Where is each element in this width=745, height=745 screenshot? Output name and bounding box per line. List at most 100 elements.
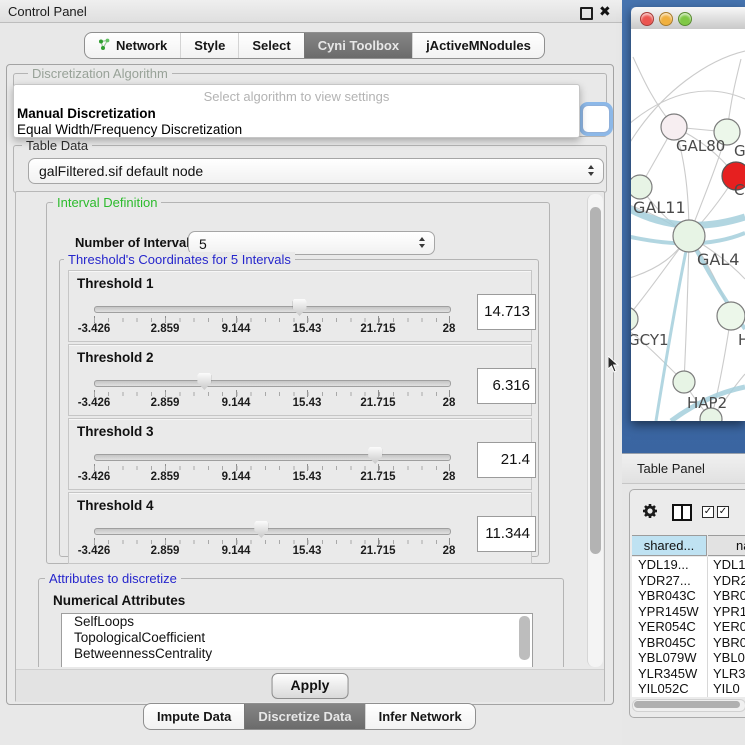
- tick-label: 28: [443, 545, 456, 557]
- column-divider: [707, 573, 708, 589]
- table-row[interactable]: YBL079WYBL0: [632, 650, 745, 666]
- threshold-panel: Threshold 2-3.4262.8599.14415.4321.71528…: [68, 344, 532, 416]
- attribute-list-item[interactable]: SelfLoops: [62, 614, 532, 630]
- tick-label: -3.426: [78, 323, 111, 335]
- close-traffic-light[interactable]: [640, 12, 654, 26]
- threshold-slider-thumb[interactable]: [254, 521, 268, 538]
- numerical-attributes-heading: Numerical Attributes: [53, 593, 185, 608]
- table-row[interactable]: YER054CYER0: [632, 619, 745, 635]
- cell-shared-name: YBR045C: [638, 635, 707, 651]
- option-manual-discretization[interactable]: Manual Discretization: [17, 106, 156, 121]
- slider-tick-labels: -3.4262.8599.14415.4321.71528: [94, 397, 450, 411]
- tick-label: 15.43: [293, 545, 322, 557]
- algorithm-combo-focused[interactable]: [582, 105, 610, 133]
- split-columns-icon[interactable]: [672, 504, 692, 521]
- tab-jactivemnodules[interactable]: jActiveMNodules: [412, 33, 544, 58]
- float-window-icon[interactable]: [580, 7, 593, 20]
- table-row[interactable]: YBR045CYBR0: [632, 635, 745, 651]
- close-icon[interactable]: ✖: [599, 3, 611, 20]
- list-scrollbar[interactable]: [519, 616, 530, 660]
- threshold-value-field[interactable]: 6.316: [477, 368, 536, 404]
- apply-row: Apply: [16, 669, 604, 702]
- tick-label: 9.144: [222, 397, 251, 409]
- threshold-label: Threshold 2: [77, 350, 154, 365]
- tick-label: -3.426: [78, 397, 111, 409]
- tab-infer-network[interactable]: Infer Network: [365, 704, 475, 729]
- cell-shared-name: YBL079W: [638, 650, 707, 666]
- apply-button[interactable]: Apply: [272, 673, 349, 699]
- checkbox-icon-2[interactable]: ✓: [717, 506, 729, 518]
- table-data-combo-value: galFiltered.sif default node: [39, 163, 203, 179]
- tab-label: Infer Network: [379, 709, 462, 724]
- panel-scrollbar-thumb[interactable]: [590, 207, 601, 554]
- node-gal11: [631, 175, 652, 199]
- tab-label: Discretize Data: [258, 709, 351, 724]
- minimize-traffic-light[interactable]: [659, 12, 673, 26]
- tick-label: 28: [443, 471, 456, 483]
- attribute-list-item[interactable]: TopologicalCoefficient: [62, 630, 532, 646]
- table-row[interactable]: YIL052CYIL0: [632, 681, 745, 697]
- tab-impute-data[interactable]: Impute Data: [144, 704, 244, 729]
- label-gcy1: GCY1: [631, 331, 669, 349]
- discretization-group-title: Discretization Algorithm: [28, 66, 172, 81]
- checkbox-icon-1[interactable]: ✓: [702, 506, 714, 518]
- table-row[interactable]: YPR145WYPR1: [632, 604, 745, 620]
- table-panel-region: Table Panel ✓ ✓ shared... na YDL: [622, 453, 745, 745]
- attributes-group-title: Attributes to discretize: [45, 571, 181, 586]
- control-panel-titlebar: Control Panel ✖: [0, 0, 622, 23]
- tick-label: 21.715: [360, 471, 395, 483]
- horizontal-scrollbar-thumb[interactable]: [634, 701, 740, 708]
- panel-tabbar: Network Style Select Cyni Toolbox jActiv…: [84, 32, 545, 59]
- table-row[interactable]: YLR345WYLR3: [632, 666, 745, 682]
- table-panel-titlebar: Table Panel: [622, 453, 745, 484]
- settings-inner-panel: Interval Definition Number of Intervals …: [15, 191, 605, 702]
- threshold-slider-track[interactable]: [94, 454, 451, 461]
- column-header-name[interactable]: na: [708, 535, 745, 556]
- table-rows: YDL19...YDL1YDR27...YDR2YBR043CYBR0YPR14…: [632, 557, 745, 697]
- numerical-attributes-list[interactable]: SelfLoopsTopologicalCoefficientBetweenne…: [61, 613, 533, 667]
- threshold-slider-track[interactable]: [94, 306, 451, 313]
- cell-shared-name: YER054C: [638, 619, 707, 635]
- tab-discretize-data[interactable]: Discretize Data: [244, 704, 364, 729]
- option-equal-width-frequency[interactable]: Equal Width/Frequency Discretization: [17, 122, 242, 137]
- tab-style[interactable]: Style: [180, 33, 238, 58]
- table-data-combo[interactable]: galFiltered.sif default node: [28, 158, 604, 184]
- table-row[interactable]: YDL19...YDL1: [632, 557, 745, 573]
- table-row[interactable]: YBR043CYBR0: [632, 588, 745, 604]
- zoom-traffic-light[interactable]: [678, 12, 692, 26]
- cell-shared-name: YLR345W: [638, 666, 707, 682]
- tab-label: Style: [194, 38, 225, 53]
- threshold-value-field[interactable]: 21.4: [477, 442, 536, 478]
- network-canvas[interactable]: GAL80 GA C GAL11 GAL4 GCY1 H HAP2: [631, 29, 745, 421]
- node-gal4: [673, 220, 705, 252]
- threshold-slider-track[interactable]: [94, 528, 451, 535]
- column-header-shared-name[interactable]: shared...: [632, 535, 707, 556]
- attribute-list-item[interactable]: BetweennessCentrality: [62, 646, 532, 662]
- node-hap2: [673, 371, 695, 393]
- threshold-value-field[interactable]: 14.713: [477, 294, 536, 330]
- tab-select[interactable]: Select: [238, 33, 303, 58]
- label-gal80: GAL80: [676, 137, 725, 155]
- threshold-label: Threshold 1: [77, 276, 154, 291]
- threshold-slider-thumb[interactable]: [368, 447, 382, 464]
- tab-cyni-toolbox[interactable]: Cyni Toolbox: [304, 33, 412, 58]
- tab-network[interactable]: Network: [85, 33, 180, 58]
- node-h: [717, 302, 745, 330]
- network-icon: [98, 38, 111, 54]
- threshold-slider-track[interactable]: [94, 380, 451, 387]
- network-window-titlebar[interactable]: [631, 7, 745, 30]
- tick-label: 28: [443, 323, 456, 335]
- label-h: H: [738, 331, 745, 349]
- gear-icon[interactable]: [642, 503, 658, 524]
- table-row[interactable]: YDR27...YDR2: [632, 573, 745, 589]
- horizontal-scrollbar[interactable]: [632, 699, 745, 712]
- cell-name: YDL1: [713, 557, 745, 573]
- threshold-slider-thumb[interactable]: [197, 373, 211, 390]
- threshold-slider-thumb[interactable]: [293, 299, 307, 316]
- column-divider: [707, 619, 708, 635]
- tick-label: 15.43: [293, 397, 322, 409]
- tab-label: jActiveMNodules: [426, 38, 531, 53]
- threshold-value-field[interactable]: 11.344: [477, 516, 536, 552]
- number-of-intervals-value: 5: [199, 236, 207, 252]
- panel-scrollbar[interactable]: [587, 194, 603, 667]
